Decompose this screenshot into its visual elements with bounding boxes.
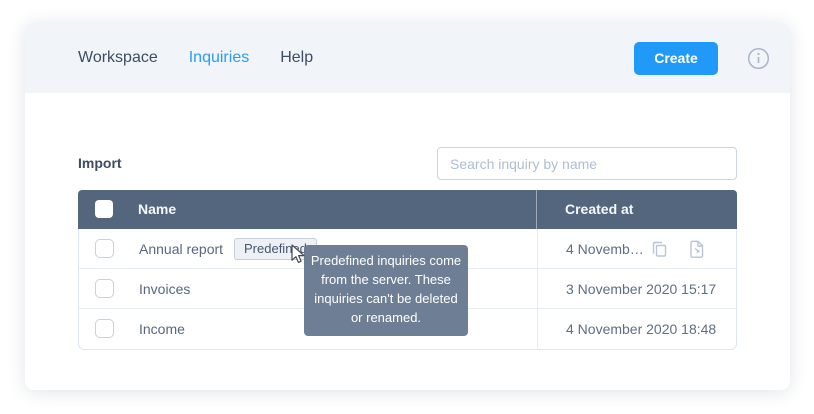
file-export-icon[interactable] [688, 240, 705, 264]
row-checkbox[interactable] [95, 239, 114, 258]
row-checkbox[interactable] [95, 319, 114, 338]
mouse-cursor-icon [290, 244, 310, 269]
created-at-value: 4 November 2020 18:48 [566, 309, 716, 349]
import-label: Import [78, 155, 122, 171]
predefined-tooltip: Predefined inquiries come from the serve… [304, 245, 468, 336]
select-all-checkbox[interactable] [95, 200, 113, 218]
create-button[interactable]: Create [634, 42, 718, 75]
nav-help[interactable]: Help [280, 49, 313, 67]
top-navigation: Workspace Inquiries Help Create [25, 23, 790, 93]
inquiry-name: Annual report [139, 229, 223, 269]
toolbar-row: Import [78, 147, 737, 180]
created-at-value: 3 November 2020 15:17 [566, 269, 716, 309]
column-header-name[interactable]: Name [138, 190, 176, 229]
inquiry-name: Income [139, 309, 185, 349]
created-at-value: 4 Novemb… [566, 229, 644, 269]
copy-icon[interactable] [650, 240, 669, 264]
nav-inquiries[interactable]: Inquiries [189, 49, 249, 67]
nav-workspace[interactable]: Workspace [78, 49, 158, 67]
main-nav: Workspace Inquiries Help [78, 49, 313, 67]
row-checkbox[interactable] [95, 279, 114, 298]
table-header: Name Created at [78, 190, 737, 229]
inquiry-name: Invoices [139, 269, 190, 309]
column-header-created-at[interactable]: Created at [565, 190, 633, 229]
app-window: Workspace Inquiries Help Create Import N… [0, 0, 814, 414]
header-column-divider [536, 190, 537, 229]
info-icon[interactable] [747, 47, 770, 70]
search-input[interactable] [437, 147, 737, 180]
